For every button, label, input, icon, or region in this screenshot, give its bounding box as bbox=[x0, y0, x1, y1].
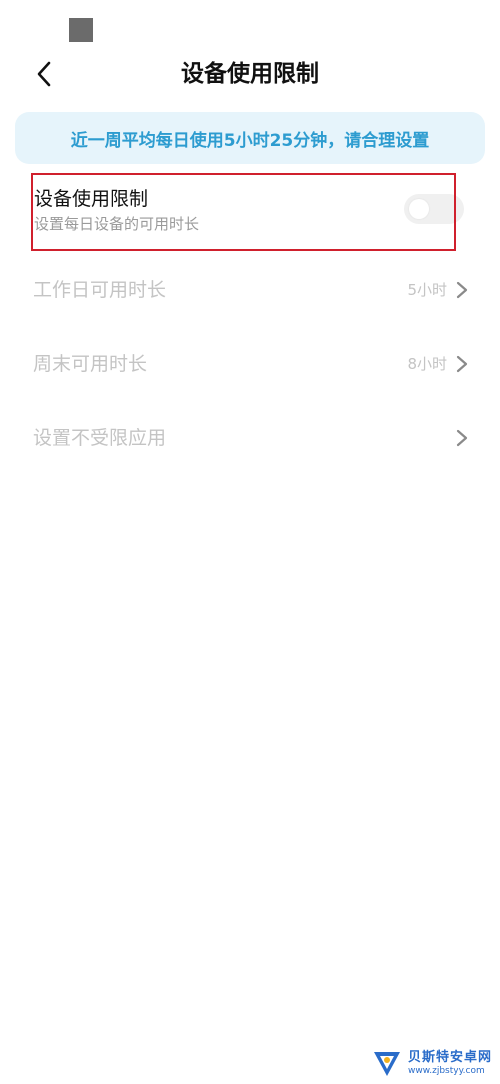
weekend-duration-row[interactable]: 周末可用时长 8小时 bbox=[33, 342, 473, 386]
chevron-right-icon bbox=[456, 355, 468, 373]
usage-summary-banner: 近一周平均每日使用5小时25分钟，请合理设置 bbox=[15, 112, 485, 164]
weekend-duration-label: 周末可用时长 bbox=[33, 353, 148, 375]
device-limit-row[interactable]: 设备使用限制 设置每日设备的可用时长 bbox=[34, 176, 474, 246]
usage-summary-text: 近一周平均每日使用5小时25分钟，请合理设置 bbox=[70, 130, 430, 151]
status-bar-icon bbox=[69, 18, 93, 42]
device-limit-subtitle: 设置每日设备的可用时长 bbox=[34, 215, 200, 233]
unrestricted-apps-row[interactable]: 设置不受限应用 bbox=[33, 416, 473, 460]
unrestricted-apps-label: 设置不受限应用 bbox=[33, 427, 167, 449]
device-limit-toggle[interactable] bbox=[404, 194, 464, 224]
weekday-duration-label: 工作日可用时长 bbox=[33, 279, 167, 301]
watermark-name: 贝斯特安卓网 bbox=[408, 1049, 493, 1065]
watermark-logo-icon bbox=[374, 1052, 400, 1076]
toggle-knob bbox=[409, 199, 429, 219]
chevron-right-icon bbox=[456, 281, 468, 299]
weekend-duration-value: 8小时 bbox=[407, 355, 447, 373]
weekday-duration-value: 5小时 bbox=[407, 281, 447, 299]
page-title: 设备使用限制 bbox=[181, 61, 319, 87]
watermark: 贝斯特安卓网 www.zjbstyy.com bbox=[370, 1044, 498, 1082]
weekday-duration-row[interactable]: 工作日可用时长 5小时 bbox=[33, 268, 473, 312]
watermark-url: www.zjbstyy.com bbox=[408, 1065, 485, 1076]
chevron-right-icon bbox=[456, 429, 468, 447]
device-limit-title: 设备使用限制 bbox=[34, 188, 149, 210]
watermark-text: 贝斯特安卓网 www.zjbstyy.com bbox=[408, 1051, 492, 1076]
